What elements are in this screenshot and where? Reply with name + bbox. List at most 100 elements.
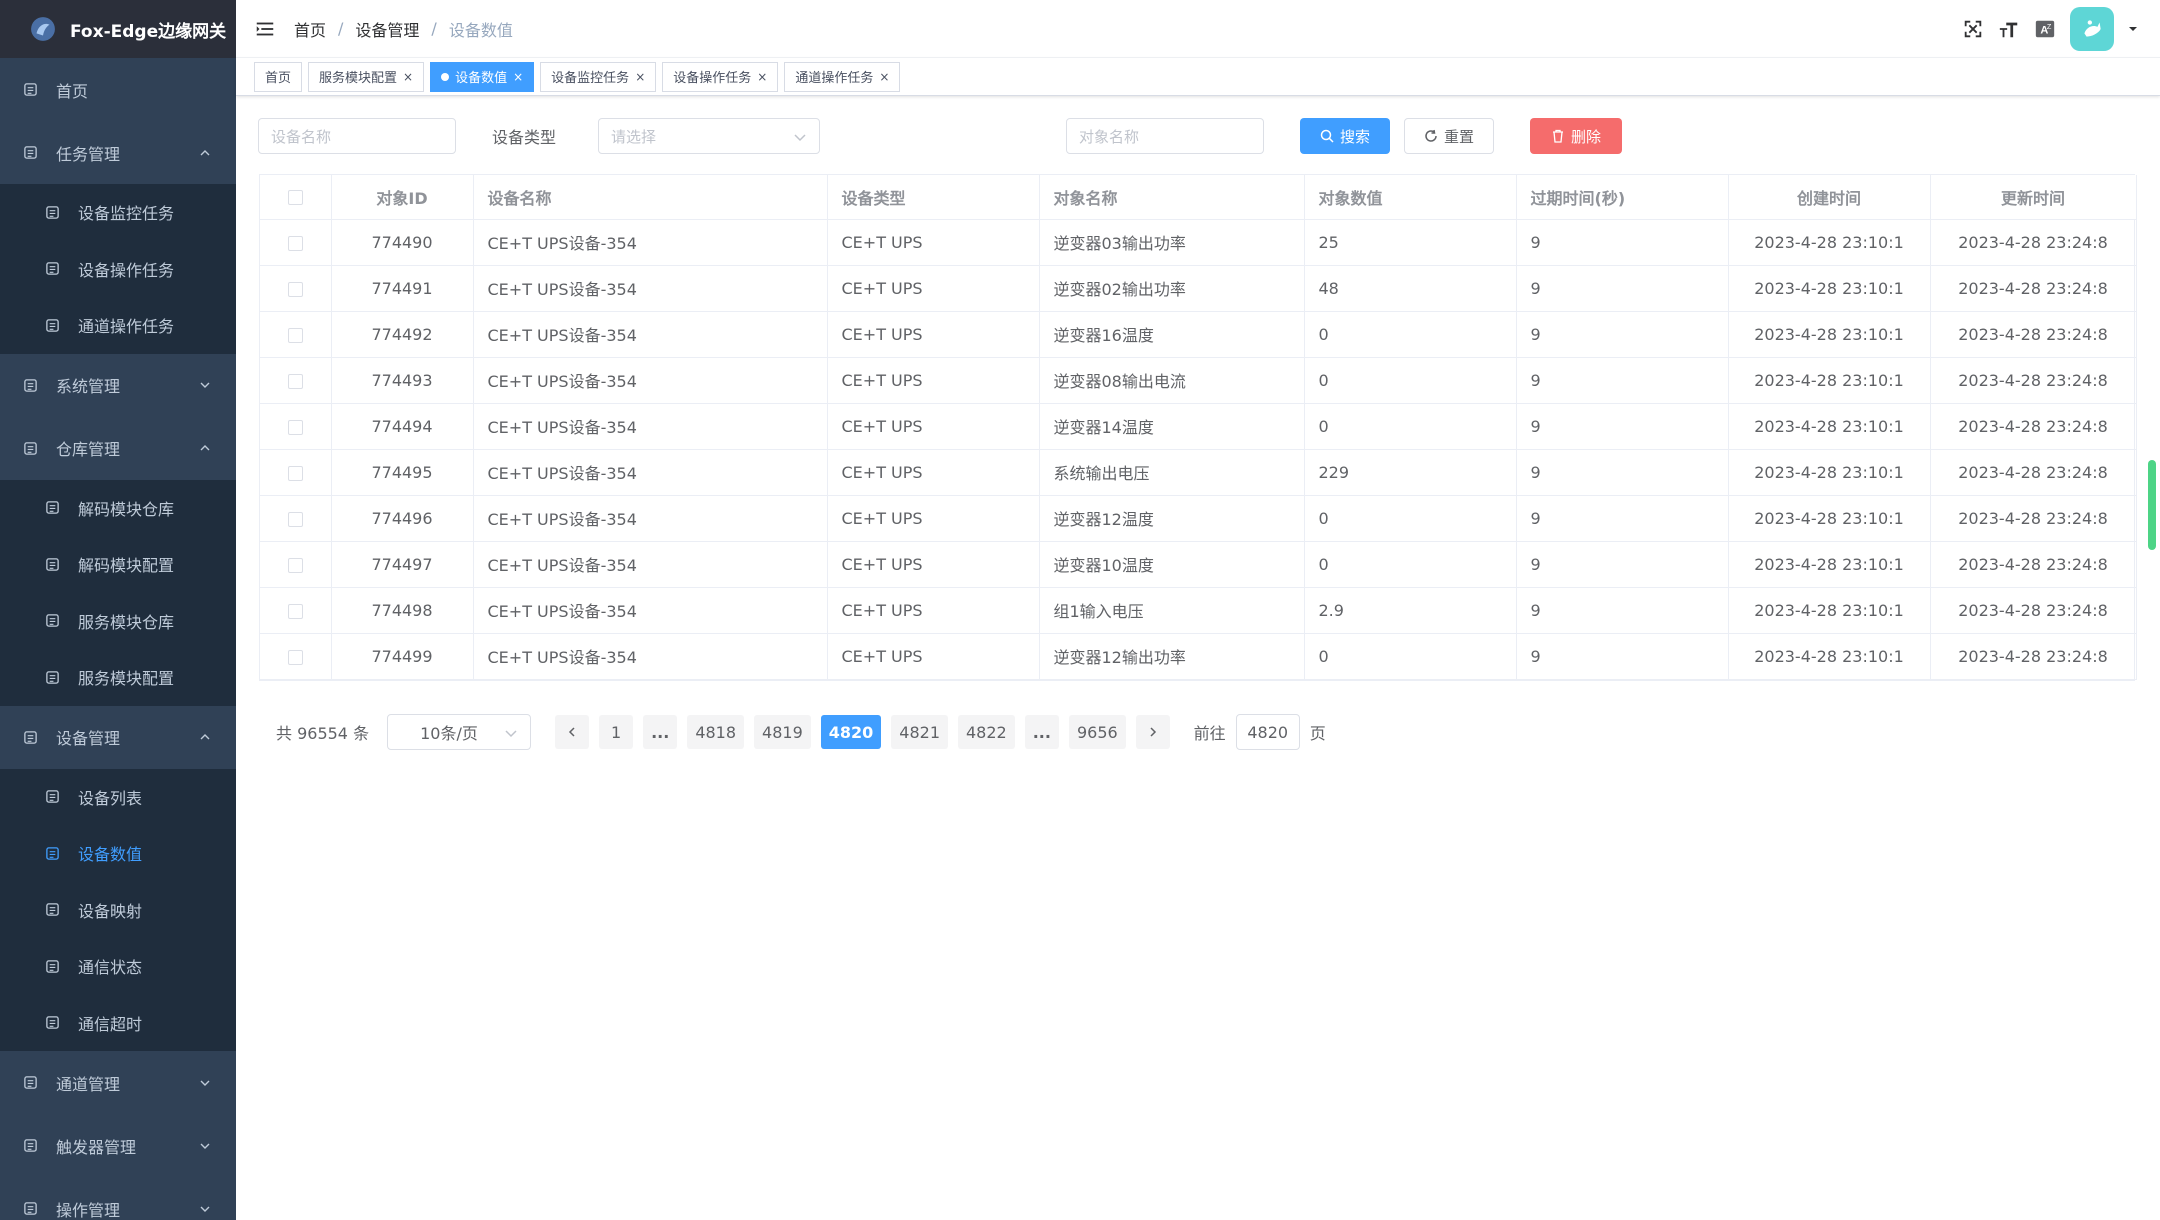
table-row[interactable]: 774496 CE+T UPS设备-354 CE+T UPS 逆变器12温度 0 9 202… bbox=[260, 495, 2137, 542]
prev-page-button[interactable] bbox=[555, 715, 590, 749]
submenu-item-4-4[interactable]: 通信超时 bbox=[0, 995, 236, 1052]
table-row[interactable]: 774498 CE+T UPS设备-354 CE+T UPS 组1输入电压 2.9 9 20… bbox=[260, 587, 2137, 634]
sidebar-item-1[interactable]: 任务管理 bbox=[0, 121, 236, 184]
page-button[interactable]: 4821 bbox=[891, 715, 948, 749]
page-size-select[interactable]: 10条/页 bbox=[387, 714, 532, 750]
tag-0[interactable]: 首页 bbox=[254, 61, 303, 92]
row-checkbox[interactable] bbox=[287, 603, 303, 619]
fullscreen-icon[interactable] bbox=[1962, 18, 1984, 40]
app-logo[interactable]: Fox-Edge边缘网关 bbox=[0, 0, 236, 58]
hamburger-icon[interactable] bbox=[254, 18, 276, 40]
breadcrumb-home[interactable]: 首页 bbox=[294, 17, 326, 41]
row-checkbox[interactable] bbox=[287, 235, 303, 251]
table-row[interactable]: 774495 CE+T UPS设备-354 CE+T UPS 系统输出电压 229 9 20… bbox=[260, 449, 2137, 496]
table-cell: 774496 bbox=[331, 495, 474, 542]
row-checkbox[interactable] bbox=[287, 511, 303, 527]
table-row[interactable]: 774492 CE+T UPS设备-354 CE+T UPS 逆变器16温度 0 9 202… bbox=[260, 311, 2137, 358]
sidebar-item-2[interactable]: 系统管理 bbox=[0, 354, 236, 417]
sidebar-item-7[interactable]: 操作管理 bbox=[0, 1177, 236, 1220]
row-checkbox[interactable] bbox=[287, 649, 303, 665]
caret-down-icon[interactable] bbox=[2128, 24, 2138, 34]
sidebar-item-6[interactable]: 触发器管理 bbox=[0, 1114, 236, 1177]
page-button[interactable]: 1 bbox=[599, 715, 634, 749]
table-cell: CE+T UPS bbox=[827, 633, 1040, 680]
device-type-select[interactable]: 请选择 bbox=[598, 118, 820, 154]
tag-5[interactable]: 通道操作任务 × bbox=[784, 61, 901, 92]
delete-button-label: 删除 bbox=[1570, 127, 1601, 146]
tag-1[interactable]: 服务模块配置 × bbox=[308, 61, 425, 92]
row-checkbox[interactable] bbox=[287, 281, 303, 297]
submenu-item-1-0[interactable]: 设备监控任务 bbox=[0, 184, 236, 241]
object-name-input[interactable]: 对象名称 bbox=[1066, 118, 1264, 154]
breadcrumb-device-management[interactable]: 设备管理 bbox=[355, 17, 419, 41]
close-icon[interactable]: × bbox=[403, 70, 413, 84]
table-row[interactable]: 774491 CE+T UPS设备-354 CE+T UPS 逆变器02输出功率 48 9… bbox=[260, 265, 2137, 312]
tag-4[interactable]: 设备操作任务 × bbox=[662, 61, 779, 92]
submenu-item-4-0[interactable]: 设备列表 bbox=[0, 769, 236, 826]
user-avatar[interactable] bbox=[2070, 7, 2114, 51]
close-icon[interactable]: × bbox=[757, 70, 767, 84]
submenu-item-4-2[interactable]: 设备映射 bbox=[0, 882, 236, 939]
more-pages-button[interactable]: ... bbox=[1024, 715, 1059, 749]
tag-label: 设备操作任务 bbox=[673, 71, 752, 86]
row-checkbox[interactable] bbox=[287, 373, 303, 389]
page-button[interactable]: 4819 bbox=[754, 715, 811, 749]
table-row[interactable]: 774493 CE+T UPS设备-354 CE+T UPS 逆变器08输出电流 0 9 2… bbox=[260, 357, 2137, 404]
home-icon bbox=[22, 82, 38, 98]
device-name-input[interactable]: 设备名称 bbox=[258, 118, 456, 154]
table-cell: 2023-4-28 23:10:1 bbox=[1728, 403, 1931, 450]
page-button[interactable]: 4818 bbox=[687, 715, 745, 749]
submenu-item-4-3[interactable]: 通信状态 bbox=[0, 938, 236, 995]
tag-3[interactable]: 设备监控任务 × bbox=[540, 61, 657, 92]
page-button[interactable]: 9656 bbox=[1068, 715, 1126, 749]
submenu-item-3-2[interactable]: 服务模块仓库 bbox=[0, 593, 236, 650]
submenu-item-3-1[interactable]: 解码模块配置 bbox=[0, 536, 236, 593]
table-row[interactable]: 774490 CE+T UPS设备-354 CE+T UPS 逆变器03输出功率 25 9… bbox=[260, 219, 2137, 266]
column-header: 更新时间 bbox=[1930, 175, 2137, 220]
sidebar-item-label: 首页 bbox=[56, 81, 89, 101]
translate-icon[interactable]: A Z bbox=[2034, 18, 2056, 40]
table-row[interactable]: 774499 CE+T UPS设备-354 CE+T UPS 逆变器12输出功率 0 9 2… bbox=[260, 633, 2137, 680]
column-header: 对象ID bbox=[331, 175, 474, 220]
table-row[interactable]: 774497 CE+T UPS设备-354 CE+T UPS 逆变器10温度 0 9 202… bbox=[260, 541, 2137, 588]
close-icon[interactable]: × bbox=[513, 70, 523, 84]
delete-button[interactable]: 删除 bbox=[1530, 118, 1622, 154]
column-header: 对象数值 bbox=[1304, 175, 1517, 220]
search-button[interactable]: 搜索 bbox=[1300, 118, 1390, 154]
page-button[interactable]: 4822 bbox=[958, 715, 1015, 749]
close-icon[interactable]: × bbox=[635, 70, 645, 84]
table-cell: CE+T UPS设备-354 bbox=[473, 403, 828, 450]
warehouse-icon bbox=[22, 440, 38, 456]
table-cell: CE+T UPS bbox=[827, 587, 1040, 634]
table-cell: 774497 bbox=[331, 541, 474, 588]
font-size-icon[interactable] bbox=[1998, 18, 2020, 40]
submenu-item-1-2[interactable]: 通道操作任务 bbox=[0, 297, 236, 354]
submenu-item-3-3[interactable]: 服务模块配置 bbox=[0, 649, 236, 706]
row-checkbox[interactable] bbox=[287, 557, 303, 573]
more-pages-button[interactable]: ... bbox=[643, 715, 678, 749]
close-icon[interactable]: × bbox=[879, 70, 889, 84]
chevron-down-icon bbox=[200, 1206, 210, 1212]
page-button[interactable]: 4820 bbox=[820, 715, 882, 749]
tag-2[interactable]: 设备数值 × bbox=[430, 61, 535, 92]
submenu-item-1-1[interactable]: 设备操作任务 bbox=[0, 241, 236, 298]
sidebar-item-0[interactable]: 首页 bbox=[0, 58, 236, 121]
sidebar-item-5[interactable]: 通道管理 bbox=[0, 1051, 236, 1114]
sidebar-item-4[interactable]: 设备管理 bbox=[0, 706, 236, 769]
row-checkbox[interactable] bbox=[287, 465, 303, 481]
next-page-button[interactable] bbox=[1135, 715, 1170, 749]
submenu-item-3-0[interactable]: 解码模块仓库 bbox=[0, 480, 236, 537]
goto-page-input[interactable]: 4820 bbox=[1235, 714, 1300, 750]
table-row[interactable]: 774494 CE+T UPS设备-354 CE+T UPS 逆变器14温度 0 9 202… bbox=[260, 403, 2137, 450]
submenu-item-4-1[interactable]: 设备数值 bbox=[0, 825, 236, 882]
comm-status-icon bbox=[44, 958, 60, 974]
table-cell: 0 bbox=[1304, 311, 1517, 358]
row-checkbox[interactable] bbox=[287, 327, 303, 343]
sidebar-item-3[interactable]: 仓库管理 bbox=[0, 417, 236, 480]
reset-button[interactable]: 重置 bbox=[1404, 118, 1494, 154]
chevron-down-icon bbox=[200, 1143, 210, 1149]
row-checkbox[interactable] bbox=[287, 419, 303, 435]
select-all-checkbox[interactable] bbox=[287, 190, 303, 206]
task-icon bbox=[23, 146, 37, 159]
scrollbar[interactable] bbox=[2148, 460, 2156, 550]
